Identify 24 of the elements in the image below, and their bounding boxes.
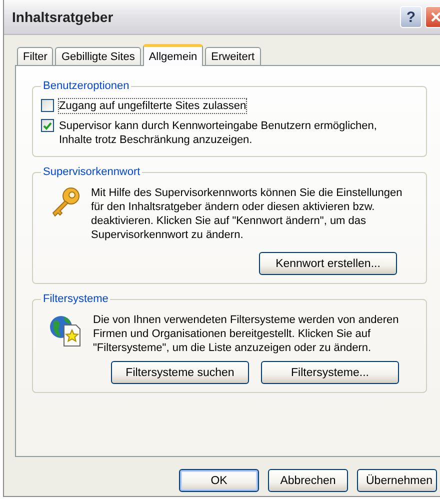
group-title: Filtersysteme [42, 293, 110, 305]
tab[interactable]: Gebilligte Sites [55, 47, 141, 65]
tab[interactable]: Filter [17, 47, 54, 65]
tab[interactable]: Erweitert [205, 47, 261, 65]
action-button[interactable]: Filtersysteme suchen [111, 361, 249, 384]
tab[interactable]: Allgemein [142, 44, 204, 66]
checkbox[interactable] [41, 99, 54, 112]
window-title: Inhaltsratgeber [12, 9, 114, 25]
dialog-button[interactable]: Abbrechen [268, 469, 348, 492]
group-title: Supervisorkennwort [42, 166, 142, 178]
dialog-button[interactable]: OK [179, 469, 259, 492]
globe-document-icon [49, 313, 83, 347]
checkbox-label[interactable]: Supervisor kann durch Kennworteingabe Benutzern ermöglichen, Inhalte trotz Beschränkung anzuzeigen. [58, 118, 390, 148]
checkmark-icon [43, 122, 52, 130]
description-text: Mit Hilfe des Supervisorkennworts können Sie die Einstellungen für den Inhaltsratgeber ändern oder diesen aktivieren bzw. deaktivieren. Klicken Sie auf "Kennwort ändern", um das Supervisorkennwort zu ändern. [91, 186, 403, 242]
help-button[interactable]: ? [400, 6, 422, 28]
checkbox[interactable] [41, 119, 54, 132]
action-button[interactable]: Filtersysteme... [261, 361, 399, 384]
dialog-button[interactable]: Übernehmen [357, 469, 437, 492]
group-title: Benutzeroptionen [42, 80, 130, 92]
description-text: Die von Ihnen verwendeten Filtersysteme werden von anderen Firmen und Organisationen bereitgestellt. Klicken Sie auf "Filtersysteme", um die Liste anzuzeigen oder zu ändern. [93, 313, 400, 355]
close-icon [430, 11, 440, 23]
checkbox-label[interactable]: Zugang auf ungefilterte Sites zulassen [58, 98, 248, 114]
action-button[interactable]: Kennwort erstellen... [259, 252, 397, 275]
